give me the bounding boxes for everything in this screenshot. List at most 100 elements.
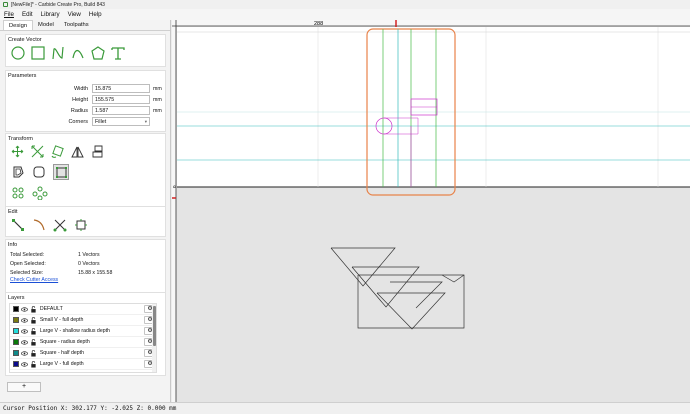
status-bar: Cursor Position X: 302.177 Y: -2.025 Z: … <box>0 402 690 414</box>
transform-row-2 <box>6 161 165 183</box>
polygon-tool-icon[interactable] <box>91 46 105 60</box>
lock-icon[interactable] <box>30 305 37 313</box>
menu-file[interactable]: File <box>0 11 18 18</box>
text-tool-icon[interactable] <box>111 46 125 60</box>
layer-color-swatch[interactable] <box>13 328 19 334</box>
width-input[interactable]: 15.875 <box>92 84 150 93</box>
layer-color-swatch[interactable] <box>13 306 19 312</box>
layer-name: Small V - full depth <box>39 317 84 323</box>
layer-color-swatch[interactable] <box>13 317 19 323</box>
layer-name: Square - half depth <box>39 350 84 356</box>
lock-icon[interactable] <box>30 360 37 368</box>
tab-toolpaths[interactable]: Toolpaths <box>59 20 94 30</box>
layer-name: Large V - full depth <box>39 361 84 367</box>
eye-icon[interactable] <box>21 339 28 346</box>
array-icon[interactable] <box>11 186 25 200</box>
move-icon[interactable] <box>11 145 24 158</box>
lock-icon[interactable] <box>30 349 37 357</box>
layers-title: Layers <box>8 295 25 301</box>
transform-row-3 <box>6 183 165 203</box>
total-selected-row: Total Selected: 1 Vectors <box>6 250 165 259</box>
lock-icon[interactable] <box>30 316 37 324</box>
layer-color-swatch[interactable] <box>13 339 19 345</box>
corners-select[interactable]: Fillet ▾ <box>92 117 150 126</box>
menu-help[interactable]: Help <box>85 11 106 18</box>
radius-label: Radius <box>70 107 88 114</box>
width-row: Width 15.875 mm <box>6 83 165 94</box>
cut-icon[interactable] <box>53 218 67 232</box>
open-selected-row: Open Selected: 0 Vectors <box>6 259 165 268</box>
parameters-title: Parameters <box>8 73 37 79</box>
eye-icon[interactable] <box>21 306 28 313</box>
edit-tools <box>6 215 165 235</box>
menu-edit[interactable]: Edit <box>18 11 37 18</box>
create-vector-title: Create Vector <box>8 37 42 43</box>
eye-icon[interactable] <box>21 317 28 324</box>
layer-row[interactable]: Square - radius depth ⚙ <box>10 337 156 348</box>
edit-title: Edit <box>8 209 18 215</box>
width-label: Width <box>73 85 88 92</box>
tab-design[interactable]: Design <box>3 20 34 30</box>
design-canvas[interactable]: 288 0 <box>172 20 690 402</box>
height-label: Height <box>72 96 88 103</box>
left-panel: Design Model Toolpaths Create Vector Par… <box>0 20 171 402</box>
curve-tool-icon[interactable] <box>51 46 65 60</box>
eye-icon[interactable] <box>21 350 28 357</box>
join-icon[interactable] <box>11 218 25 232</box>
info-title: Info <box>8 242 18 248</box>
create-vector-section: Create Vector <box>5 34 166 67</box>
chevron-down-icon: ▾ <box>144 119 147 124</box>
circle-tool-icon[interactable] <box>11 46 25 60</box>
layer-row[interactable]: Square - half depth ⚙ <box>10 348 156 359</box>
top-ruler <box>172 20 690 26</box>
layer-row[interactable]: Large V - shallow radius depth ⚙ <box>10 326 156 337</box>
ruler-label-288: 288 <box>314 21 323 27</box>
layers-scrollbar[interactable] <box>152 304 156 372</box>
left-ruler <box>172 20 176 402</box>
transform-title: Transform <box>8 136 33 142</box>
rotate-icon[interactable] <box>51 145 64 158</box>
corners-label: Corners <box>68 118 88 125</box>
layer-row[interactable]: Small V - full depth ⚙ <box>10 315 156 326</box>
corners-row: Corners Fillet ▾ <box>6 116 165 127</box>
menu-bar: File Edit Library View Help <box>0 9 690 20</box>
eye-icon[interactable] <box>21 361 28 368</box>
offset-icon[interactable] <box>11 165 25 179</box>
edit-section: Edit <box>5 206 166 237</box>
height-row: Height 155.575 mm <box>6 94 165 105</box>
height-input[interactable]: 155.575 <box>92 95 150 104</box>
parameters-section: Parameters Width 15.875 mm Height 155.57… <box>5 70 166 132</box>
align-icon[interactable] <box>91 145 104 158</box>
layer-name: Square - radius depth <box>39 339 90 345</box>
scale-icon[interactable] <box>31 145 44 158</box>
layer-row[interactable]: DEFAULT ⚙ <box>10 304 156 315</box>
lock-icon[interactable] <box>30 338 37 346</box>
rectangle-tool-icon[interactable] <box>31 46 45 60</box>
trim-icon[interactable] <box>32 218 46 232</box>
lock-icon[interactable] <box>30 327 37 335</box>
layer-name: Large V - shallow radius depth <box>39 328 110 334</box>
polyline-tool-icon[interactable] <box>71 46 85 60</box>
mirror-icon[interactable] <box>71 145 84 158</box>
menu-view[interactable]: View <box>64 11 85 18</box>
layer-color-swatch[interactable] <box>13 350 19 356</box>
layers-scroll-thumb[interactable] <box>152 306 156 346</box>
boolean-icon[interactable] <box>74 218 88 232</box>
add-layer-button[interactable]: + <box>7 382 41 392</box>
node-edit-icon[interactable] <box>53 164 69 180</box>
layer-row[interactable]: Large V - full depth ⚙ <box>10 359 156 370</box>
selected-size-value: 15.88 x 155.58 <box>78 269 113 276</box>
width-unit: mm <box>153 85 162 92</box>
circular-array-icon[interactable] <box>32 186 48 200</box>
layers-list: DEFAULT ⚙ Small V - full depth ⚙ Large V - s… <box>9 303 157 373</box>
check-cutter-access-link[interactable]: Check Cutter Access <box>6 277 165 283</box>
eye-icon[interactable] <box>21 328 28 335</box>
info-section: Info Total Selected: 1 Vectors Open Selec… <box>5 239 166 299</box>
tab-model[interactable]: Model <box>33 20 59 30</box>
layer-color-swatch[interactable] <box>13 361 19 367</box>
radius-input[interactable]: 1.587 <box>92 106 150 115</box>
v-groove-drawing[interactable] <box>330 247 465 330</box>
menu-library[interactable]: Library <box>37 11 64 18</box>
canvas-drawing[interactable]: 288 0 <box>172 20 690 402</box>
fillet-icon[interactable] <box>32 165 46 179</box>
